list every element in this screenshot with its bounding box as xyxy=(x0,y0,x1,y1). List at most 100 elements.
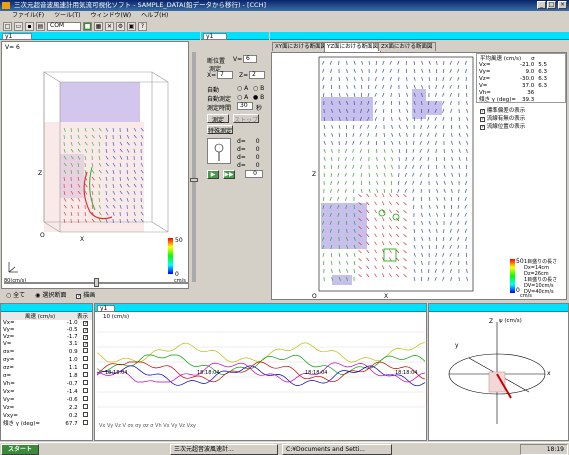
settings-icon[interactable]: ⚙ xyxy=(116,22,125,31)
value-num: -0.7 xyxy=(66,380,78,387)
radio-draw[interactable]: ✓ 描画 xyxy=(76,290,95,299)
value-show-check[interactable]: ✓ xyxy=(80,327,92,334)
tab-zx[interactable]: ZX面における断面図 xyxy=(378,42,436,51)
measure-button[interactable]: 測定 xyxy=(207,114,229,124)
value-show-check[interactable] xyxy=(80,380,92,388)
value-show-check[interactable] xyxy=(80,356,92,364)
value-show-check[interactable] xyxy=(80,364,92,372)
print-icon[interactable]: ▤ xyxy=(36,22,45,31)
menu-tools[interactable]: ツール(T) xyxy=(54,11,80,21)
view-slider-thumb[interactable] xyxy=(94,278,99,287)
manual-b[interactable]: ○ A xyxy=(237,94,248,101)
maximize-button[interactable]: □ xyxy=(547,1,556,9)
stats-cell: Vh= xyxy=(479,90,491,96)
manual-b2[interactable]: ● B xyxy=(253,94,264,101)
stats-cell: Vx= xyxy=(479,62,491,68)
stats-title: 平均風速 (cm/s) σ xyxy=(480,56,535,62)
value-show-check[interactable]: ✓ xyxy=(80,334,92,341)
radio-manual[interactable]: ○ B xyxy=(253,85,264,92)
stats-cell: 37.0 xyxy=(522,83,535,89)
grid-icon[interactable]: ▦ xyxy=(94,22,103,31)
green-next-button[interactable]: ▶▶ xyxy=(223,170,235,179)
time-series-combo[interactable]: y1 xyxy=(97,305,115,312)
time-label-2: 18:18:04 xyxy=(197,370,220,376)
time-series-header xyxy=(95,304,426,312)
stats-cell: 6.3 xyxy=(538,76,548,82)
toolbar: □ ▭ ▪ ▤ COM ■ ▦ ✕ ⚙ ▣ ? xyxy=(0,21,569,32)
stop-button[interactable]: ストップ xyxy=(233,114,259,124)
value-num: 1.1 xyxy=(68,364,78,371)
value-show-check[interactable] xyxy=(80,412,92,420)
time-label-4: 18:18:04 xyxy=(395,370,418,376)
value-show-check[interactable] xyxy=(80,388,92,396)
value-show-check[interactable] xyxy=(80,372,92,380)
middle-pane: y1 断位置 V= 6 測定 X= 7 Z= 2 自動 ○ A ○ B 自動測定… xyxy=(201,32,269,302)
open-folder-icon[interactable]: ▭ xyxy=(14,22,23,31)
section-canvas[interactable]: Z X O 平均風速 (cm/s) σ Vx= -21.0 5.5 Vy= 9.0 6.3 V… xyxy=(271,52,567,300)
check-std[interactable]: ✓ 標準偏差の表示 xyxy=(480,107,525,115)
radio-auto[interactable]: ○ A xyxy=(237,85,248,92)
stats-cell: 9.0 xyxy=(525,69,535,75)
app-icon xyxy=(2,2,10,9)
stats-cell: 5.5 xyxy=(538,62,548,68)
close-button[interactable]: × xyxy=(558,1,567,9)
window-title: 三次元超音波風速計用気流可視化ソフト - SAMPLE_DATA(鉛データから移… xyxy=(14,1,267,9)
readouts: d= 0 d= 0 d= 0 d= 0 xyxy=(237,138,260,170)
3d-view-canvas[interactable]: V= 6 Z X O 50 0 cm/s 80(cm/s) xyxy=(1,41,189,289)
x-input[interactable]: 7 xyxy=(217,71,233,79)
radio-all[interactable]: ○ 全て xyxy=(6,290,25,299)
minimize-button[interactable]: _ xyxy=(537,1,546,9)
menu-help[interactable]: ヘルプ(H) xyxy=(141,11,168,21)
help-icon[interactable]: ? xyxy=(138,22,147,31)
value-key: Vz= xyxy=(3,334,15,340)
z-input[interactable]: 2 xyxy=(249,71,265,79)
value-show-check[interactable]: ✓ xyxy=(80,341,92,348)
port-select[interactable]: COM xyxy=(47,22,81,31)
right-pane: XY面における断面図 YZ面における断面図 ZX面における断面図 Z X O 平… xyxy=(270,32,569,302)
value-num: -1.7 xyxy=(66,334,78,340)
stats-row: Vx= -21.0 5.5 xyxy=(477,62,549,69)
cancel-icon[interactable]: ✕ xyxy=(105,22,114,31)
connect-icon[interactable]: ■ xyxy=(83,22,92,31)
value-show-check[interactable] xyxy=(80,396,92,404)
taskbar-app-1[interactable]: 三次元超音波風速計... xyxy=(170,444,278,455)
value-show-check[interactable] xyxy=(80,348,92,356)
value-key: Vy= xyxy=(3,396,15,403)
tab-yz[interactable]: YZ面における断面図 xyxy=(324,42,382,52)
value-show-check[interactable]: ✓ xyxy=(80,320,92,327)
menu-file[interactable]: ファイル(F) xyxy=(12,11,44,21)
interval-input[interactable]: 30 xyxy=(237,102,253,110)
value-num: -0.6 xyxy=(66,396,78,403)
start-button[interactable]: スタート xyxy=(1,444,39,455)
left-view-select[interactable]: y1 xyxy=(2,33,32,40)
value-show-check[interactable] xyxy=(80,404,92,412)
new-file-icon[interactable]: □ xyxy=(3,22,12,31)
bottom-left-header xyxy=(1,304,92,312)
special-measure-button[interactable]: 特殊測定 xyxy=(207,125,233,135)
vertical-slider[interactable] xyxy=(192,52,196,282)
values-row: σy= 1.0 xyxy=(1,356,92,364)
radio-selected-section[interactable]: ◉ 選択断面 xyxy=(35,290,66,299)
values-row: Vx= -1.4 xyxy=(1,388,92,396)
vertical-slider-thumb[interactable] xyxy=(190,178,198,182)
check-streamline[interactable]: ✓ 流線有無の表示 xyxy=(480,115,525,123)
menu-window[interactable]: ウィンドウ(W) xyxy=(91,11,132,21)
green-play-button[interactable]: ▶ xyxy=(207,170,219,179)
check-streamline-pos[interactable]: ✓ 流線位置の表示 xyxy=(480,123,525,131)
readout-3: d= 0 xyxy=(237,154,260,161)
x-axis-label: X xyxy=(384,293,389,300)
readout-4: d= 0 xyxy=(237,162,260,169)
value-key: Vy= xyxy=(3,327,15,333)
value-show-check[interactable] xyxy=(80,420,92,428)
window-icon[interactable]: ▣ xyxy=(127,22,136,31)
section-combo[interactable]: y1 xyxy=(203,33,227,40)
value-num: 3.1 xyxy=(68,341,78,347)
stats-cell: V= xyxy=(479,83,488,89)
stats-row: 傾き γ (deg)= 39.3 xyxy=(477,97,549,104)
axis-triad-icon xyxy=(8,262,18,273)
taskbar-app-2[interactable]: C:¥Documents and Setti... xyxy=(282,444,392,455)
save-icon[interactable]: ▪ xyxy=(25,22,34,31)
tab-xy[interactable]: XY面における断面図 xyxy=(272,42,330,51)
section-value-input[interactable]: 6 xyxy=(243,55,257,63)
vector-svg xyxy=(448,322,546,424)
